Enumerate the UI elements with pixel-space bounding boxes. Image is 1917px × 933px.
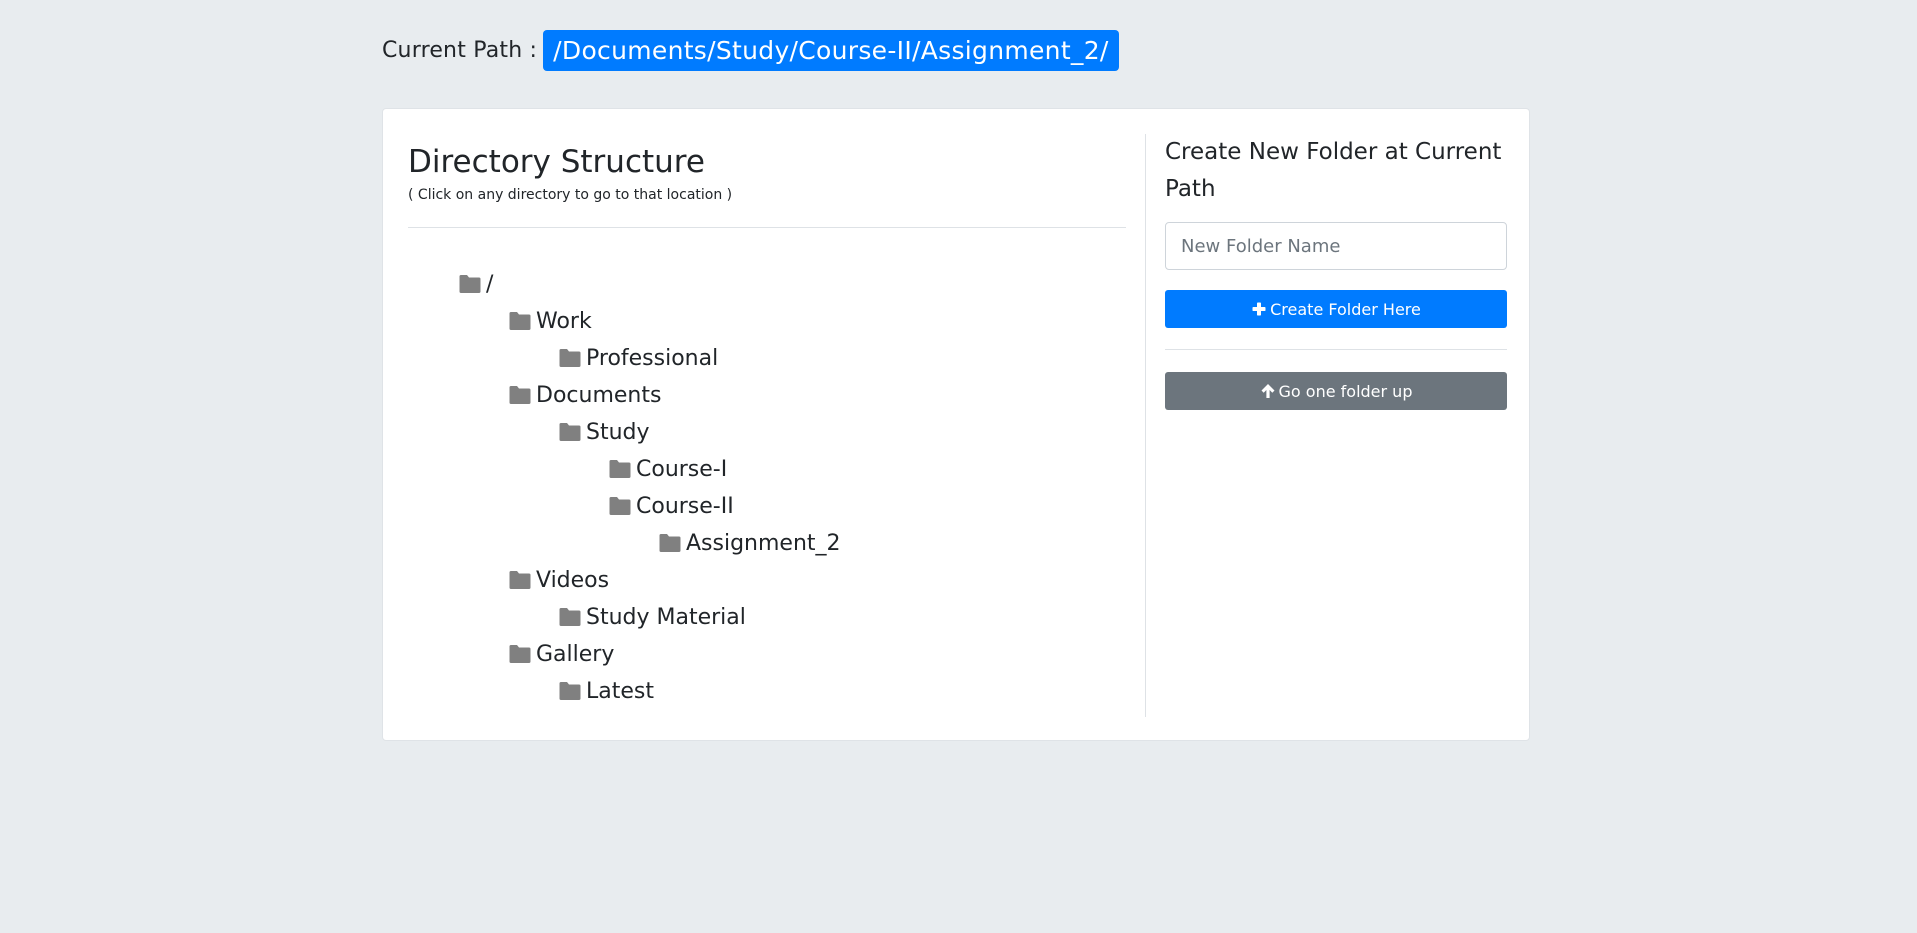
directory-title: Directory Structure	[408, 144, 705, 180]
tree-item-label: Gallery	[536, 641, 615, 667]
tree-item[interactable]: Professional	[558, 343, 718, 373]
tree-item-label: Study Material	[586, 604, 746, 630]
tree-item[interactable]: /	[458, 269, 493, 299]
tree-item[interactable]: Study Material	[558, 602, 746, 632]
folder-icon	[509, 312, 531, 330]
tree-item[interactable]: Assignment_2	[658, 528, 841, 558]
tree-item[interactable]: Course-II	[608, 491, 734, 521]
folder-icon	[559, 349, 581, 367]
folder-icon	[609, 460, 631, 478]
go-folder-up-button-label: Go one folder up	[1278, 381, 1413, 401]
main-card: Directory Structure ( Click on any direc…	[382, 108, 1530, 741]
tree-item[interactable]: Latest	[558, 676, 654, 706]
create-folder-panel: Create New Folder at Current Path Create…	[1165, 134, 1507, 410]
tree-item-label: Course-I	[636, 456, 728, 482]
tree-item-label: Latest	[586, 678, 654, 704]
folder-icon	[509, 645, 531, 663]
panel-divider	[1165, 349, 1507, 350]
tree-item-label: /	[486, 271, 494, 297]
create-folder-button[interactable]: Create Folder Here	[1165, 290, 1507, 328]
current-path-label: Current Path :	[382, 37, 538, 63]
folder-icon	[459, 275, 481, 293]
create-folder-button-label: Create Folder Here	[1270, 299, 1421, 319]
tree-item-label: Documents	[536, 382, 662, 408]
current-path-bar: Current Path : /Documents/Study/Course-I…	[382, 29, 1119, 71]
folder-icon	[509, 571, 531, 589]
folder-icon	[559, 423, 581, 441]
column-divider	[1145, 134, 1146, 717]
tree-item[interactable]: Gallery	[508, 639, 614, 669]
go-folder-up-button[interactable]: Go one folder up	[1165, 372, 1507, 410]
current-path-badge: /Documents/Study/Course-II/Assignment_2/	[543, 29, 1119, 71]
tree-item[interactable]: Study	[558, 417, 650, 447]
create-folder-title: Create New Folder at Current Path	[1165, 139, 1502, 202]
folder-icon	[559, 682, 581, 700]
tree-item-label: Assignment_2	[686, 530, 841, 556]
arrow-up-icon	[1261, 384, 1275, 398]
tree-item-label: Videos	[536, 567, 610, 593]
plus-icon	[1252, 302, 1266, 316]
folder-icon	[559, 608, 581, 626]
tree-item[interactable]: Documents	[508, 380, 661, 410]
folder-icon	[509, 386, 531, 404]
folder-icon	[659, 534, 681, 552]
directory-panel: Directory Structure ( Click on any direc…	[408, 134, 1128, 724]
directory-subtitle: ( Click on any directory to go to that l…	[408, 187, 733, 204]
tree-item-label: Course-II	[636, 493, 734, 519]
tree-item-label: Work	[536, 308, 592, 334]
tree-item[interactable]: Course-I	[608, 454, 727, 484]
tree-item-label: Study	[586, 419, 650, 445]
tree-item[interactable]: Work	[508, 306, 592, 336]
tree-item[interactable]: Videos	[508, 565, 609, 595]
new-folder-name-input[interactable]	[1165, 222, 1507, 270]
folder-icon	[609, 497, 631, 515]
tree-item-label: Professional	[586, 345, 719, 371]
directory-divider	[408, 227, 1126, 229]
